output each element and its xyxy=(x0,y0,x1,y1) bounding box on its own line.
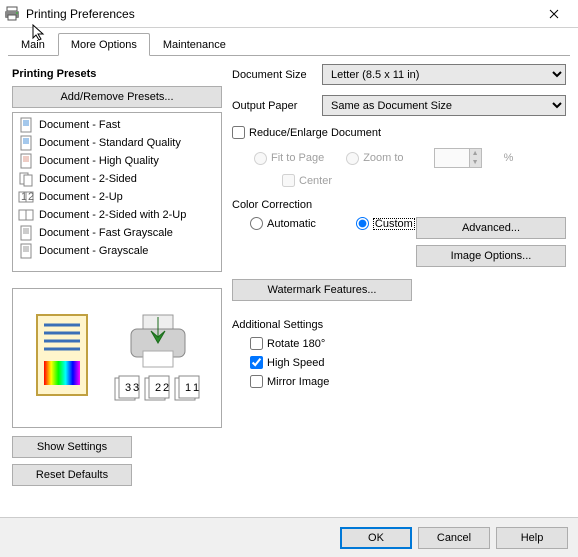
zoom-percent-spinner: ▲▼ xyxy=(434,148,482,168)
doc-2up-icon: 12 xyxy=(18,189,34,205)
percent-label: % xyxy=(504,152,514,164)
title-bar: Printing Preferences xyxy=(0,0,578,28)
add-remove-presets-button[interactable]: Add/Remove Presets... xyxy=(12,86,222,108)
close-button[interactable] xyxy=(534,1,574,27)
svg-text:3: 3 xyxy=(125,382,131,394)
help-button[interactable]: Help xyxy=(496,527,568,549)
printer-icon xyxy=(4,6,20,22)
preset-label: Document - Fast Grayscale xyxy=(39,227,173,239)
doc-icon xyxy=(18,135,34,151)
doc-2sided-icon xyxy=(18,171,34,187)
preset-label: Document - 2-Sided xyxy=(39,173,137,185)
high-speed-checkbox[interactable]: High Speed xyxy=(250,356,566,369)
svg-text:1: 1 xyxy=(185,382,191,394)
show-settings-button[interactable]: Show Settings xyxy=(12,436,132,458)
rotate-180-checkbox[interactable]: Rotate 180° xyxy=(250,337,566,350)
zoom-to-radio: Zoom to xyxy=(346,152,403,165)
svg-text:2: 2 xyxy=(28,191,34,203)
doc-2sided-2up-icon xyxy=(18,207,34,223)
tab-strip: Main More Options Maintenance xyxy=(8,32,570,56)
svg-text:3: 3 xyxy=(133,382,139,394)
preset-label: Document - 2-Sided with 2-Up xyxy=(39,209,186,221)
collate-icon: 33 22 11 xyxy=(113,373,203,403)
doc-icon xyxy=(18,117,34,133)
tab-main[interactable]: Main xyxy=(8,33,58,56)
dialog-footer: OK Cancel Help xyxy=(0,517,578,557)
preset-label: Document - High Quality xyxy=(39,155,159,167)
additional-settings-label: Additional Settings xyxy=(232,319,566,331)
preset-item[interactable]: Document - Fast xyxy=(16,116,218,134)
spin-down-icon: ▼ xyxy=(469,158,481,167)
reduce-enlarge-checkbox[interactable]: Reduce/Enlarge Document xyxy=(232,126,381,139)
preset-item[interactable]: Document - 2-Sided xyxy=(16,170,218,188)
spin-up-icon: ▲ xyxy=(469,149,481,158)
watermark-features-button[interactable]: Watermark Features... xyxy=(232,279,412,301)
output-paper-label: Output Paper xyxy=(232,100,322,112)
advanced-button[interactable]: Advanced... xyxy=(416,217,566,239)
preset-item[interactable]: Document - Fast Grayscale xyxy=(16,224,218,242)
preset-label: Document - 2-Up xyxy=(39,191,123,203)
window-title: Printing Preferences xyxy=(26,7,534,21)
custom-radio[interactable]: Custom xyxy=(356,217,415,230)
preset-label: Document - Grayscale xyxy=(39,245,148,257)
fit-to-page-radio: Fit to Page xyxy=(254,152,324,165)
preset-label: Document - Standard Quality xyxy=(39,137,181,149)
page-preview-icon xyxy=(32,313,92,403)
preview-box: 33 22 11 xyxy=(12,288,222,428)
svg-text:2: 2 xyxy=(163,382,169,394)
preset-item[interactable]: Document - High Quality xyxy=(16,152,218,170)
ok-button[interactable]: OK xyxy=(340,527,412,549)
preset-item[interactable]: Document - Grayscale xyxy=(16,242,218,260)
automatic-radio[interactable]: Automatic xyxy=(250,217,316,230)
tab-maintenance[interactable]: Maintenance xyxy=(150,33,239,56)
document-size-select[interactable]: Letter (8.5 x 11 in) xyxy=(322,64,566,85)
output-paper-select[interactable]: Same as Document Size xyxy=(322,95,566,116)
mirror-image-checkbox[interactable]: Mirror Image xyxy=(250,375,566,388)
cancel-button[interactable]: Cancel xyxy=(418,527,490,549)
preset-item[interactable]: 12 Document - 2-Up xyxy=(16,188,218,206)
presets-listbox[interactable]: Document - Fast Document - Standard Qual… xyxy=(12,112,222,272)
tab-more-options[interactable]: More Options xyxy=(58,33,150,56)
preset-item[interactable]: Document - Standard Quality xyxy=(16,134,218,152)
preset-item[interactable]: Document - 2-Sided with 2-Up xyxy=(16,206,218,224)
doc-icon xyxy=(18,153,34,169)
doc-gray-icon xyxy=(18,243,34,259)
image-options-button[interactable]: Image Options... xyxy=(416,245,566,267)
preset-label: Document - Fast xyxy=(39,119,120,131)
doc-gray-icon xyxy=(18,225,34,241)
presets-header: Printing Presets xyxy=(12,68,222,80)
document-size-label: Document Size xyxy=(232,69,322,81)
center-checkbox: Center xyxy=(282,174,332,187)
svg-text:2: 2 xyxy=(155,382,161,394)
printer-preview-icon xyxy=(123,313,193,373)
reset-defaults-button[interactable]: Reset Defaults xyxy=(12,464,132,486)
svg-text:1: 1 xyxy=(193,382,199,394)
color-correction-label: Color Correction xyxy=(232,199,566,211)
